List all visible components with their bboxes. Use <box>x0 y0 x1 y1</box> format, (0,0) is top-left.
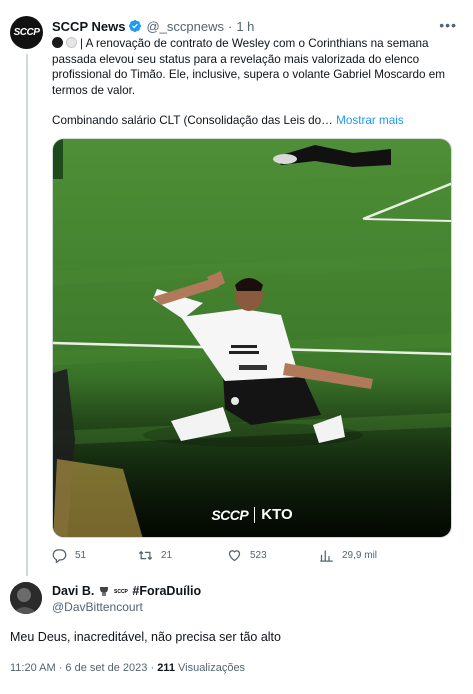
reply-tweet[interactable]: Davi B. SCCP #ForaDuílio @DavBittencourt… <box>0 574 473 694</box>
retweet-icon <box>138 550 153 561</box>
views-chart-icon <box>320 550 333 562</box>
tweet-time[interactable]: 1 h <box>236 19 254 34</box>
author-name[interactable]: SCCP News <box>52 19 125 34</box>
tweet-text: | A renovação de contrato de Wesley com … <box>52 36 462 129</box>
black-circle-emoji-icon <box>52 37 63 48</box>
retweet-count: 21 <box>161 550 173 561</box>
verified-badge-icon <box>129 20 142 32</box>
tweet-header: SCCP News @_sccpnews · 1 h ••• <box>52 17 463 35</box>
header-separator: · <box>227 18 233 34</box>
reply-name-hashtag: #ForaDuílio <box>132 584 202 598</box>
watermark-divider <box>254 506 256 523</box>
tweet-text-para1: | A renovação de contrato de Wesley com … <box>52 37 446 97</box>
image-watermark: SCCP KTO <box>53 506 451 523</box>
sccp-badge-icon: SCCP <box>114 585 129 597</box>
reply-header: Davi B. SCCP #ForaDuílio <box>52 584 201 598</box>
reply-author-name[interactable]: Davi B. <box>52 584 94 598</box>
show-more-link[interactable]: Mostrar mais <box>336 114 404 127</box>
reply-icon <box>52 549 67 563</box>
retweet-button[interactable]: 21 <box>138 548 172 563</box>
reply-author-handle[interactable]: @DavBittencourt <box>52 600 143 614</box>
watermark-sponsor: KTO <box>261 506 293 523</box>
trophy-emoji-icon <box>98 585 110 597</box>
player-celebration-photo <box>53 139 451 537</box>
tweet-text-para2: Combinando salário CLT (Consolidação das… <box>52 114 333 128</box>
tweet-image[interactable]: SCCP KTO <box>52 138 452 538</box>
avatar-logo-text: SCCP <box>13 27 40 38</box>
author-avatar[interactable]: SCCP <box>10 16 43 49</box>
reply-views-count: 211 <box>157 662 175 674</box>
tweet-actions: 51 21 523 29,9 mil <box>52 548 452 566</box>
author-handle[interactable]: @_sccpnews <box>146 19 224 34</box>
reply-meta: 11:20 AM · 6 de set de 2023 · 211 Visual… <box>10 662 245 674</box>
watermark-logo: SCCP <box>211 506 249 523</box>
like-button[interactable]: 523 <box>227 548 267 563</box>
reply-timestamp[interactable]: 11:20 AM · 6 de set de 2023 · <box>10 662 154 674</box>
more-icon[interactable]: ••• <box>439 17 457 33</box>
avatar-photo <box>10 582 42 614</box>
heart-icon <box>228 550 241 562</box>
tweet[interactable]: SCCP SCCP News @_sccpnews · 1 h ••• | A … <box>0 0 473 574</box>
white-circle-emoji-icon <box>66 37 77 48</box>
reply-text: Meu Deus, inacreditável, não precisa ser… <box>10 630 281 644</box>
reply-button[interactable]: 51 <box>52 548 86 563</box>
reply-author-avatar[interactable] <box>10 582 42 614</box>
reply-count: 51 <box>75 550 87 561</box>
like-count: 523 <box>250 550 267 561</box>
views-count: 29,9 mil <box>342 550 378 561</box>
svg-text:SCCP: SCCP <box>114 589 128 595</box>
reply-views-label: Visualizações <box>178 662 246 674</box>
views-button[interactable]: 29,9 mil <box>319 548 377 563</box>
